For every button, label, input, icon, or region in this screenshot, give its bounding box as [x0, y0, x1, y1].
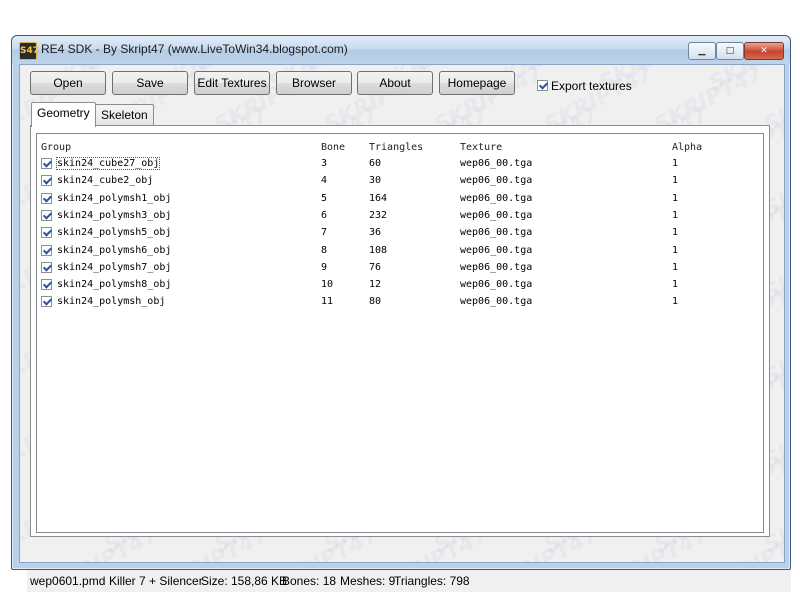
- status-file-name: wep0601.pmd: [30, 574, 106, 588]
- table-row[interactable]: skin24_polymsh1_obj 5 164 wep06_00.tga 1: [37, 190, 726, 207]
- column-header-texture[interactable]: Texture: [460, 142, 502, 153]
- triangles-cell: 76: [369, 261, 382, 273]
- title-bar[interactable]: S47 RE4 SDK - By Skript47 (www.LiveToWin…: [12, 36, 790, 64]
- texture-cell: wep06_00.tga: [460, 261, 533, 273]
- table-header: Group Bone Triangles Texture Alpha: [37, 134, 726, 153]
- group-cell: skin24_polymsh8_obj: [57, 279, 172, 291]
- group-cell: skin24_cube2_obj: [57, 175, 154, 187]
- group-table[interactable]: Group Bone Triangles Texture Alpha skin2…: [36, 133, 764, 533]
- table-row[interactable]: skin24_polymsh8_obj 10 12 wep06_00.tga 1: [37, 276, 726, 293]
- export-textures-checkbox[interactable]: [537, 80, 548, 92]
- column-header-bone[interactable]: Bone: [321, 142, 345, 153]
- texture-cell: wep06_00.tga: [460, 192, 533, 204]
- texture-cell: wep06_00.tga: [460, 296, 533, 308]
- app-logo-icon: S47: [19, 42, 39, 60]
- status-triangles: Triangles: 798: [394, 574, 470, 588]
- texture-cell: wep06_00.tga: [460, 175, 533, 187]
- row-checkbox[interactable]: [41, 261, 52, 273]
- alpha-cell: 1: [672, 279, 679, 291]
- table-row[interactable]: skin24_polymsh_obj 11 80 wep06_00.tga 1: [37, 293, 726, 310]
- bone-cell: 3: [321, 158, 328, 169]
- alpha-cell: 1: [672, 261, 679, 273]
- row-checkbox[interactable]: [41, 279, 52, 291]
- table-row[interactable]: skin24_polymsh3_obj 6 232 wep06_00.tga 1: [37, 207, 726, 224]
- bone-cell: 11: [321, 296, 334, 308]
- status-bones: Bones: 18: [282, 574, 337, 588]
- alpha-cell: 1: [672, 209, 679, 221]
- row-checkbox[interactable]: [41, 227, 52, 239]
- column-header-group[interactable]: Group: [41, 142, 71, 153]
- group-cell: skin24_cube27_obj: [55, 157, 161, 170]
- triangles-cell: 36: [369, 227, 382, 239]
- bone-cell: 10: [321, 279, 334, 291]
- triangles-cell: 80: [369, 296, 382, 308]
- homepage-button[interactable]: Homepage: [439, 71, 515, 95]
- table-row[interactable]: skin24_cube27_obj 3 60 wep06_00.tga 1: [37, 155, 726, 172]
- texture-cell: wep06_00.tga: [460, 279, 533, 291]
- close-button[interactable]: ✕: [744, 42, 784, 60]
- row-checkbox[interactable]: [41, 192, 52, 204]
- texture-cell: wep06_00.tga: [460, 158, 533, 169]
- bone-cell: 8: [321, 244, 328, 256]
- alpha-cell: 1: [672, 244, 679, 256]
- row-checkbox[interactable]: [41, 158, 52, 169]
- tab-skeleton[interactable]: Skeleton: [95, 104, 154, 126]
- bone-cell: 6: [321, 209, 328, 221]
- row-checkbox[interactable]: [41, 296, 52, 308]
- texture-cell: wep06_00.tga: [460, 227, 533, 239]
- table-row[interactable]: skin24_polymsh6_obj 8 108 wep06_00.tga 1: [37, 242, 726, 259]
- group-cell: skin24_polymsh6_obj: [57, 244, 172, 256]
- bone-cell: 5: [321, 192, 328, 204]
- about-button[interactable]: About: [357, 71, 433, 95]
- minimize-button[interactable]: ▁: [688, 42, 716, 60]
- triangles-cell: 30: [369, 175, 382, 187]
- bone-cell: 4: [321, 175, 328, 187]
- maximize-button[interactable]: □: [716, 42, 744, 60]
- group-cell: skin24_polymsh5_obj: [57, 227, 172, 239]
- triangles-cell: 164: [369, 192, 388, 204]
- triangles-cell: 108: [369, 244, 388, 256]
- status-model-name: Killer 7 + Silencer: [109, 574, 203, 588]
- export-textures-label: Export textures: [551, 78, 632, 93]
- bone-cell: 9: [321, 261, 328, 273]
- save-button[interactable]: Save: [112, 71, 188, 95]
- group-cell: skin24_polymsh1_obj: [57, 192, 172, 204]
- group-cell: skin24_polymsh_obj: [57, 296, 166, 308]
- triangles-cell: 60: [369, 158, 382, 169]
- texture-cell: wep06_00.tga: [460, 244, 533, 256]
- table-row[interactable]: skin24_polymsh7_obj 9 76 wep06_00.tga 1: [37, 259, 726, 276]
- watermark-text: SKRIPT47: [705, 65, 784, 97]
- status-meshes: Meshes: 9: [340, 574, 396, 588]
- row-checkbox[interactable]: [41, 244, 52, 256]
- row-checkbox[interactable]: [41, 209, 52, 221]
- geometry-panel: Group Bone Triangles Texture Alpha skin2…: [30, 125, 770, 537]
- texture-cell: wep06_00.tga: [460, 209, 533, 221]
- window-title: RE4 SDK - By Skript47 (www.LiveToWin34.b…: [41, 42, 348, 56]
- row-checkbox[interactable]: [41, 175, 52, 187]
- group-cell: skin24_polymsh3_obj: [57, 209, 172, 221]
- status-size: Size: 158,86 KB: [201, 574, 288, 588]
- column-header-triangles[interactable]: Triangles: [369, 142, 423, 153]
- alpha-cell: 1: [672, 227, 679, 239]
- open-button[interactable]: Open: [30, 71, 106, 95]
- table-row[interactable]: skin24_polymsh5_obj 7 36 wep06_00.tga 1: [37, 224, 726, 241]
- browser-button[interactable]: Browser: [276, 71, 352, 95]
- triangles-cell: 12: [369, 279, 382, 291]
- tab-geometry[interactable]: Geometry: [31, 102, 96, 127]
- client-area: SKRIPT47 SKRIPT47 SKRIPT47 SKRIPT47 SKRIPT47…: [19, 64, 791, 592]
- status-bar: wep0601.pmd Killer 7 + Silencer Size: 15…: [27, 570, 791, 592]
- group-cell: skin24_polymsh7_obj: [57, 261, 172, 273]
- export-textures-toggle[interactable]: Export textures: [537, 77, 632, 93]
- table-row[interactable]: skin24_cube2_obj 4 30 wep06_00.tga 1: [37, 172, 726, 189]
- bone-cell: 7: [321, 227, 328, 239]
- edit-textures-button[interactable]: Edit Textures: [194, 71, 270, 95]
- alpha-cell: 1: [672, 158, 679, 169]
- column-header-alpha[interactable]: Alpha: [672, 142, 702, 153]
- alpha-cell: 1: [672, 296, 679, 308]
- alpha-cell: 1: [672, 192, 679, 204]
- app-window: S47 RE4 SDK - By Skript47 (www.LiveToWin…: [11, 35, 791, 592]
- triangles-cell: 232: [369, 209, 388, 221]
- alpha-cell: 1: [672, 175, 679, 187]
